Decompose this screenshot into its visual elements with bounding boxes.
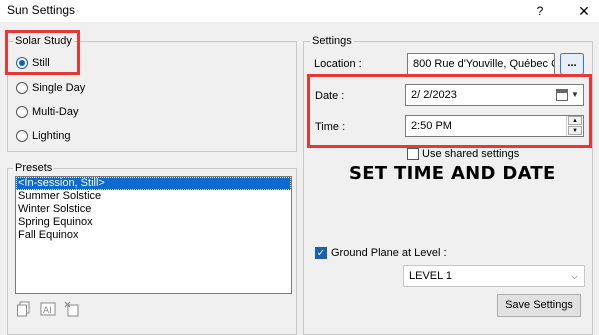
settings-legend: Settings — [310, 35, 354, 47]
location-field[interactable]: 800 Rue d'Youville, Québec Q — [407, 53, 555, 75]
radio-single-day-label: Single Day — [32, 82, 86, 94]
title-bar: Sun Settings ? ✕ — [0, 0, 599, 22]
list-item[interactable]: <In-session, Still> — [16, 177, 291, 190]
radio-single-day-button[interactable] — [16, 82, 28, 94]
list-item[interactable]: Summer Solstice — [16, 190, 291, 203]
level-select-value: LEVEL 1 — [409, 270, 453, 282]
window-title: Sun Settings — [7, 3, 76, 17]
radio-single-day[interactable]: Single Day — [16, 82, 85, 94]
use-shared-settings-label: Use shared settings — [422, 148, 520, 160]
delete-icon[interactable] — [64, 301, 80, 317]
annotation-text: SET TIME AND DATE — [349, 163, 556, 184]
ground-plane-label: Ground Plane at Level : — [331, 247, 447, 259]
radio-lighting[interactable]: Lighting — [16, 130, 71, 142]
level-select[interactable]: LEVEL 1 ⌵ — [403, 265, 585, 287]
svg-text:AI: AI — [43, 306, 52, 316]
save-settings-button[interactable]: Save Settings — [497, 294, 581, 317]
location-label: Location : — [314, 58, 362, 70]
close-button[interactable]: ✕ — [570, 0, 598, 22]
radio-multi-day-label: Multi-Day — [32, 106, 79, 118]
list-item[interactable]: Winter Solstice — [16, 203, 291, 216]
radio-lighting-button[interactable] — [16, 130, 28, 142]
presets-list[interactable]: <In-session, Still> Summer Solstice Wint… — [15, 176, 292, 294]
duplicate-icon[interactable] — [16, 301, 32, 317]
browse-location-button[interactable]: ... — [560, 53, 584, 75]
help-button[interactable]: ? — [527, 0, 553, 22]
radio-multi-day-button[interactable] — [16, 106, 28, 118]
solar-study-highlight — [5, 30, 80, 75]
use-shared-settings-checkbox[interactable] — [407, 148, 419, 160]
rename-icon[interactable]: AI — [40, 301, 56, 317]
presets-legend: Presets — [13, 162, 55, 174]
list-item[interactable]: Spring Equinox — [16, 216, 291, 229]
date-time-highlight — [307, 74, 592, 148]
list-item[interactable]: Fall Equinox — [16, 229, 291, 242]
ground-plane-checkbox[interactable]: ✓ — [315, 247, 327, 259]
radio-multi-day[interactable]: Multi-Day — [16, 106, 78, 118]
radio-lighting-label: Lighting — [32, 130, 71, 142]
chevron-down-icon[interactable]: ⌵ — [571, 266, 578, 286]
